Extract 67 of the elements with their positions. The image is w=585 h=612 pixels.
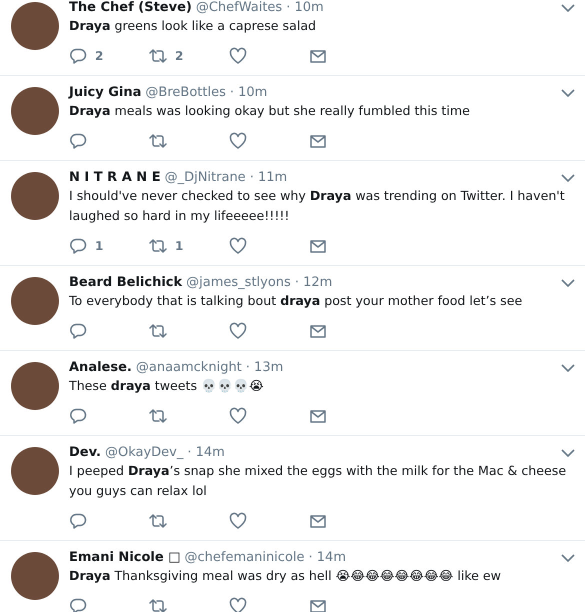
avatar-circle[interactable] xyxy=(11,172,59,220)
reply-icon[interactable] xyxy=(69,47,87,65)
reply-icon[interactable] xyxy=(69,512,87,530)
display-name[interactable]: N I T R A N E xyxy=(69,170,161,185)
display-name[interactable]: The Chef (Steve) xyxy=(69,0,192,15)
display-name[interactable]: Analese. xyxy=(69,360,132,375)
tweet-text: These draya tweets 💀💀💀😭 xyxy=(69,377,265,395)
user-handle: @ChefWaites xyxy=(196,0,282,15)
heart-icon[interactable] xyxy=(229,407,247,425)
retweet-count: 1 xyxy=(175,239,184,253)
timestamp[interactable]: · 12m xyxy=(294,275,332,290)
retweet-icon[interactable] xyxy=(149,322,167,340)
retweet-count: 2 xyxy=(175,49,184,63)
user-handle: @anaamcknight xyxy=(136,360,242,375)
avatar-circle[interactable] xyxy=(11,552,59,600)
reply-icon[interactable] xyxy=(69,237,87,255)
timestamp[interactable]: · 14m xyxy=(187,445,225,460)
display-name[interactable]: Emani Nicole □ xyxy=(69,550,180,565)
reply-count: 1 xyxy=(95,239,104,253)
timestamp[interactable]: · 10m xyxy=(286,0,324,15)
tweet-text: I should've never checked to see why Draya was trending on Twitter. I haven't laughed so hard in my lifeeeee!!!!! xyxy=(69,187,566,225)
chevron-down-icon[interactable] xyxy=(561,362,575,372)
tweet-text: Draya greens look like a caprese salad xyxy=(69,17,318,35)
tweet-text: Draya meals was looking okay but she really fumbled this time xyxy=(69,102,471,120)
chevron-down-icon[interactable] xyxy=(561,552,575,562)
tweet-text: To everybody that is talking bout draya post your mother food let’s see xyxy=(69,292,524,310)
retweet-icon[interactable] xyxy=(149,512,167,530)
reply-icon[interactable] xyxy=(69,597,87,612)
retweet-icon[interactable] xyxy=(149,237,167,255)
tweet-text: I peeped Draya’s snap she mixed the eggs with the milk for the Mac & cheese you guys can relax lol xyxy=(69,462,568,500)
timestamp[interactable]: · 14m xyxy=(308,550,346,565)
chevron-down-icon[interactable] xyxy=(561,278,575,288)
tweet-text: Draya Thanksgiving meal was dry as hell 😭😂😂😂😂😂😂😂 like ew xyxy=(69,567,502,585)
heart-icon[interactable] xyxy=(229,512,247,530)
avatar-circle[interactable] xyxy=(11,362,59,410)
avatar-circle[interactable] xyxy=(11,277,59,325)
user-handle: @BreBottles xyxy=(145,85,226,100)
display-name[interactable]: Beard Belichick xyxy=(69,275,182,290)
avatar-circle[interactable] xyxy=(11,447,59,495)
retweet-icon[interactable] xyxy=(149,597,167,612)
display-name[interactable]: Dev. xyxy=(69,445,101,460)
chevron-down-icon[interactable] xyxy=(561,448,575,458)
retweet-icon[interactable] xyxy=(149,132,167,150)
heart-icon[interactable] xyxy=(229,132,247,150)
user-handle: @_DjNitrane xyxy=(164,170,246,185)
user-handle: @chefemaninicole xyxy=(184,550,305,565)
display-name[interactable]: Juicy Gina xyxy=(69,85,142,100)
chevron-down-icon[interactable] xyxy=(561,2,575,12)
reply-icon[interactable] xyxy=(69,132,87,150)
reply-icon[interactable] xyxy=(69,407,87,425)
heart-icon[interactable] xyxy=(229,322,247,340)
chevron-down-icon[interactable] xyxy=(561,172,575,182)
timestamp[interactable]: · 10m xyxy=(230,85,268,100)
avatar-circle[interactable] xyxy=(11,2,59,50)
heart-icon[interactable] xyxy=(229,237,247,255)
timestamp[interactable]: · 11m xyxy=(250,170,288,185)
user-handle: @james_stlyons xyxy=(186,275,291,290)
chevron-down-icon[interactable] xyxy=(561,88,575,98)
reply-icon[interactable] xyxy=(69,322,87,340)
retweet-icon[interactable] xyxy=(149,407,167,425)
avatar-circle[interactable] xyxy=(11,87,59,135)
heart-icon[interactable] xyxy=(229,47,247,65)
heart-icon[interactable] xyxy=(229,597,247,612)
user-handle: @OkayDev_ xyxy=(104,445,184,460)
reply-count: 2 xyxy=(95,49,104,63)
retweet-icon[interactable] xyxy=(149,47,167,65)
timestamp[interactable]: · 13m xyxy=(246,360,284,375)
